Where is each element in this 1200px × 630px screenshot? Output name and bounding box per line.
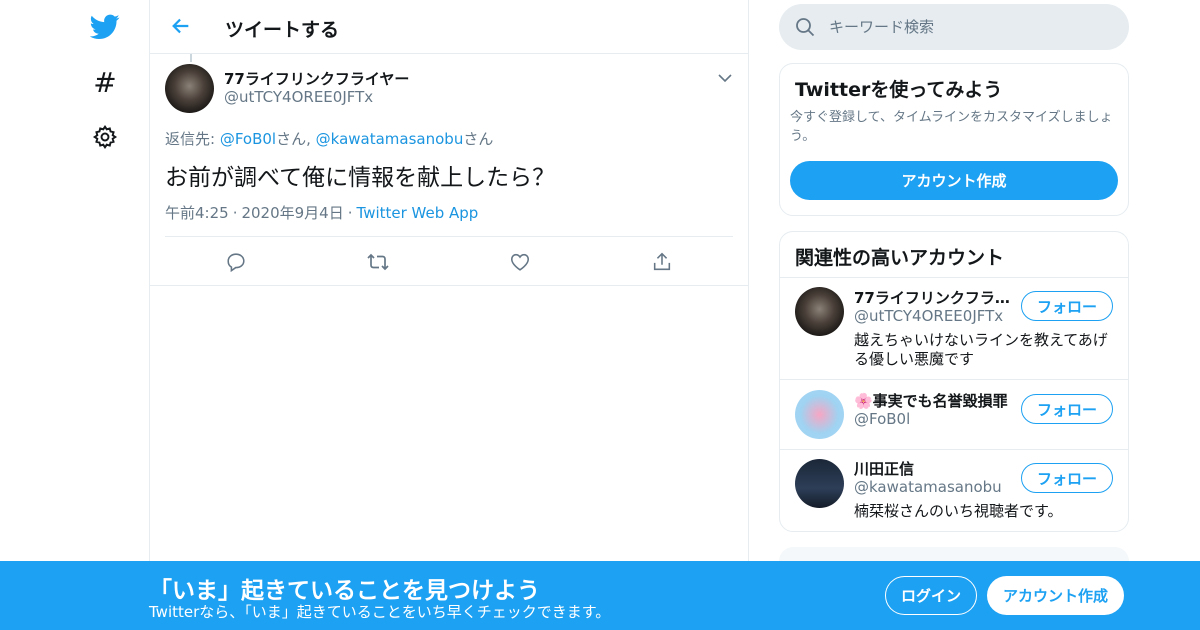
banner-create-account-button[interactable]: アカウント作成 (987, 576, 1124, 615)
hashtag-glyph: # (93, 65, 117, 99)
author-handle[interactable]: @utTCY4OREE0JFTx (224, 88, 373, 106)
tweet-source[interactable]: Twitter Web App (357, 204, 479, 222)
hashtag-icon[interactable]: # (90, 65, 120, 99)
search-box[interactable] (779, 4, 1129, 50)
like-heart-icon[interactable] (508, 250, 532, 274)
account-avatar[interactable] (795, 287, 844, 336)
retweet-icon[interactable] (366, 250, 390, 274)
share-icon[interactable] (650, 250, 674, 274)
thread-line (190, 54, 192, 62)
login-button[interactable]: ログイン (885, 576, 977, 615)
account-handle[interactable]: @utTCY4OREE0JFTx (854, 307, 1003, 325)
page-title: ツイートする (225, 19, 340, 41)
account-bio: 楠栞桜さんのいち視聴者です。 (854, 502, 1063, 520)
related-account-row[interactable]: 🌸事実でも名誉毀損罪 @FoB0l フォロー (780, 380, 1128, 449)
create-account-button[interactable]: アカウント作成 (790, 161, 1118, 200)
meta-separator: · (347, 204, 353, 222)
banner-title: 「いま」起きていることを見つけよう (149, 578, 540, 604)
chevron-down-icon[interactable] (715, 68, 735, 88)
left-navigation: # (0, 0, 150, 630)
search-icon (795, 17, 815, 37)
author-avatar[interactable] (165, 64, 214, 113)
search-input[interactable] (829, 13, 1109, 41)
banner-subtitle: Twitterなら、「いま」起きていることをいち早くチェックできます。 (149, 603, 611, 621)
account-name[interactable]: 77ライフリンクフライヤー (854, 287, 1014, 308)
related-accounts-title: 関連性の高いアカウント (795, 247, 1005, 269)
divider (165, 236, 733, 237)
tweet-meta: 午前4:25 · 2020年9月4日 · Twitter Web App (165, 202, 478, 223)
mention-suffix: さん (463, 130, 494, 148)
reply-to-line: 返信先: @FoB0lさん, @kawatamasanobuさん (165, 128, 493, 149)
reply-icon[interactable] (224, 250, 248, 274)
meta-separator: · (232, 204, 238, 222)
author-name[interactable]: 77ライフリンクフライヤー (224, 68, 409, 89)
back-arrow-icon[interactable] (168, 13, 194, 39)
signup-card: Twitterを使ってみよう 今すぐ登録して、タイムラインをカスタマイズしましょ… (779, 63, 1129, 216)
signup-card-description: 今すぐ登録して、タイムラインをカスタマイズしましょう。 (790, 110, 1113, 144)
tweet-time[interactable]: 午前4:25 (165, 204, 229, 222)
signup-banner: 「いま」起きていることを見つけよう Twitterなら、「いま」起きていることを… (0, 561, 1200, 630)
account-avatar[interactable] (795, 459, 844, 508)
follow-button[interactable]: フォロー (1021, 291, 1113, 321)
account-handle[interactable]: @FoB0l (854, 410, 910, 428)
related-account-row[interactable]: 川田正信 @kawatamasanobu 楠栞桜さんのいち視聴者です。 フォロー (780, 450, 1128, 531)
twitter-bird-icon[interactable] (90, 12, 120, 42)
gear-icon[interactable] (90, 122, 120, 152)
follow-button[interactable]: フォロー (1021, 394, 1113, 424)
follow-button[interactable]: フォロー (1021, 463, 1113, 493)
tweet-detail: 77ライフリンクフライヤー @utTCY4OREE0JFTx 返信先: @FoB… (150, 54, 748, 286)
mention-suffix: さん, (276, 130, 316, 148)
tweet-text: お前が調べて俺に情報を献上したら？ (165, 165, 556, 191)
account-name[interactable]: 川田正信 (854, 458, 1014, 479)
main-header: ツイートする (150, 0, 748, 54)
account-avatar[interactable] (795, 390, 844, 439)
reply-label: 返信先: (165, 130, 220, 148)
account-name[interactable]: 🌸事実でも名誉毀損罪 (854, 390, 1014, 411)
mention-link[interactable]: @kawatamasanobu (316, 130, 464, 148)
account-handle[interactable]: @kawatamasanobu (854, 478, 1002, 496)
related-account-row[interactable]: 77ライフリンクフライヤー @utTCY4OREE0JFTx 越えちゃいけないラ… (780, 278, 1128, 379)
signup-card-title: Twitterを使ってみよう (795, 79, 1003, 101)
main-column: ツイートする 77ライフリンクフライヤー @utTCY4OREE0JFTx 返信… (149, 0, 749, 630)
related-accounts-card: 関連性の高いアカウント 77ライフリンクフライヤー @utTCY4OREE0JF… (779, 231, 1129, 532)
account-bio: 越えちゃいけないラインを教えてあげる優しい悪魔です (854, 331, 1108, 368)
mention-link[interactable]: @FoB0l (220, 130, 276, 148)
tweet-actions (150, 250, 750, 274)
tweet-date[interactable]: 2020年9月4日 (241, 204, 343, 222)
